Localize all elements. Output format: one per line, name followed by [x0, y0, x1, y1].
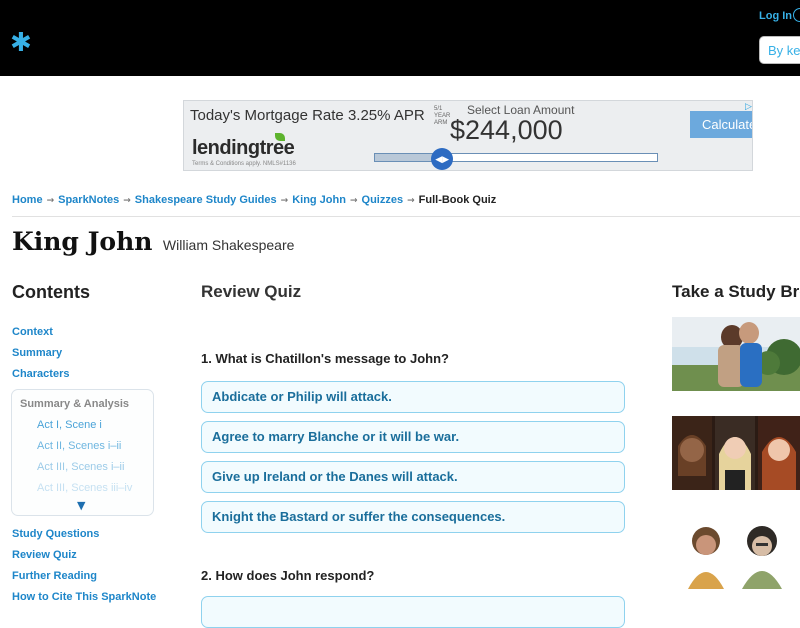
breadcrumb: Home → SparkNotes → Shakespeare Study Guides… [12, 194, 496, 206]
breadcrumb-home[interactable]: Home [12, 194, 43, 206]
slider-handle-icon[interactable]: ◀▶ [431, 148, 454, 170]
sidebar-item-review-quiz[interactable]: Review Quiz [12, 549, 77, 561]
sidebar-item-how-to-cite[interactable]: How to Cite This SparkNote [12, 591, 156, 603]
chevron-down-icon[interactable]: ▼ [77, 499, 85, 512]
ad-loan-amount: $244,000 [450, 115, 563, 145]
page-title: King John [12, 227, 153, 256]
arrow-icon: → [123, 196, 131, 206]
arrow-icon: → [349, 196, 358, 206]
loan-amount-slider[interactable] [374, 153, 658, 162]
quiz-question-2: 2. How does John respond? [201, 568, 375, 583]
breadcrumb-shakespeare[interactable]: Shakespeare Study Guides [135, 194, 277, 206]
answer-option[interactable]: Abdicate or Philip will attack. [201, 381, 625, 413]
ad-headline: Today's Mortgage Rate 3.25% APR [190, 107, 425, 124]
site-header: ✱ Log In By key [0, 0, 800, 76]
review-quiz-heading: Review Quiz [201, 282, 302, 301]
ad-terms: Terms & Conditions apply. NMLS#1136 [192, 161, 296, 167]
sidebar-item-act3-scenes-3-4[interactable]: Act III, Scenes iii–iv [37, 482, 132, 494]
ad-tiny-text: 5/1 YEAR ARM [434, 106, 451, 126]
login-link[interactable]: Log In [759, 10, 792, 22]
arrow-icon: → [407, 196, 415, 206]
divider [12, 216, 800, 217]
leaf-icon [275, 133, 285, 141]
contents-heading: Contents [12, 282, 90, 302]
breadcrumb-king-john[interactable]: King John [292, 194, 346, 206]
author-name: William Shakespeare [162, 237, 295, 253]
answer-option[interactable]: Give up Ireland or the Danes will attack… [201, 461, 625, 493]
user-circle-icon[interactable] [793, 8, 800, 22]
arrow-icon: → [46, 196, 55, 206]
study-break-heading: Take a Study Break [672, 282, 800, 301]
study-break-image-illustration[interactable] [672, 515, 800, 589]
adchoices-icon[interactable]: ▷ [743, 101, 752, 112]
mortgage-ad-banner[interactable]: Today's Mortgage Rate 3.25% APR 5/1 YEAR… [183, 100, 753, 171]
arrow-icon: → [280, 196, 289, 206]
sidebar-item-act3-scenes-1-2[interactable]: Act III, Scenes i–ii [37, 461, 124, 473]
sidebar-item-further-reading[interactable]: Further Reading [12, 570, 97, 582]
sidebar-item-context[interactable]: Context [12, 326, 53, 338]
asterisk-logo-icon[interactable]: ✱ [10, 30, 32, 56]
summary-analysis-panel[interactable]: Summary & Analysis Act I, Scene i Act II… [11, 389, 154, 516]
calculate-button[interactable]: Calculate [690, 111, 752, 138]
quiz-question-1: 1. What is Chatillon's message to John? [201, 351, 449, 366]
study-break-image-portraits[interactable] [672, 416, 800, 490]
sidebar-item-act1-scene1[interactable]: Act I, Scene i [37, 419, 102, 431]
answer-option[interactable]: Knight the Bastard or suffer the consequ… [201, 501, 625, 533]
search-input[interactable]: By key [759, 36, 800, 64]
breadcrumb-sparknotes[interactable]: SparkNotes [58, 194, 119, 206]
sidebar-item-summary[interactable]: Summary [12, 347, 62, 359]
answer-option[interactable] [201, 596, 625, 628]
sidebar-item-characters[interactable]: Characters [12, 368, 69, 380]
answer-option[interactable]: Agree to marry Blanche or it will be war… [201, 421, 625, 453]
summary-analysis-title[interactable]: Summary & Analysis [20, 398, 129, 410]
breadcrumb-quizzes[interactable]: Quizzes [362, 194, 404, 206]
sidebar-item-study-questions[interactable]: Study Questions [12, 528, 99, 540]
breadcrumb-current: Full-Book Quiz [418, 194, 497, 206]
sidebar-item-act2-scenes[interactable]: Act II, Scenes i–ii [37, 440, 121, 452]
study-break-image-couple[interactable] [672, 317, 800, 391]
title-row: King John William Shakespeare [12, 227, 294, 256]
